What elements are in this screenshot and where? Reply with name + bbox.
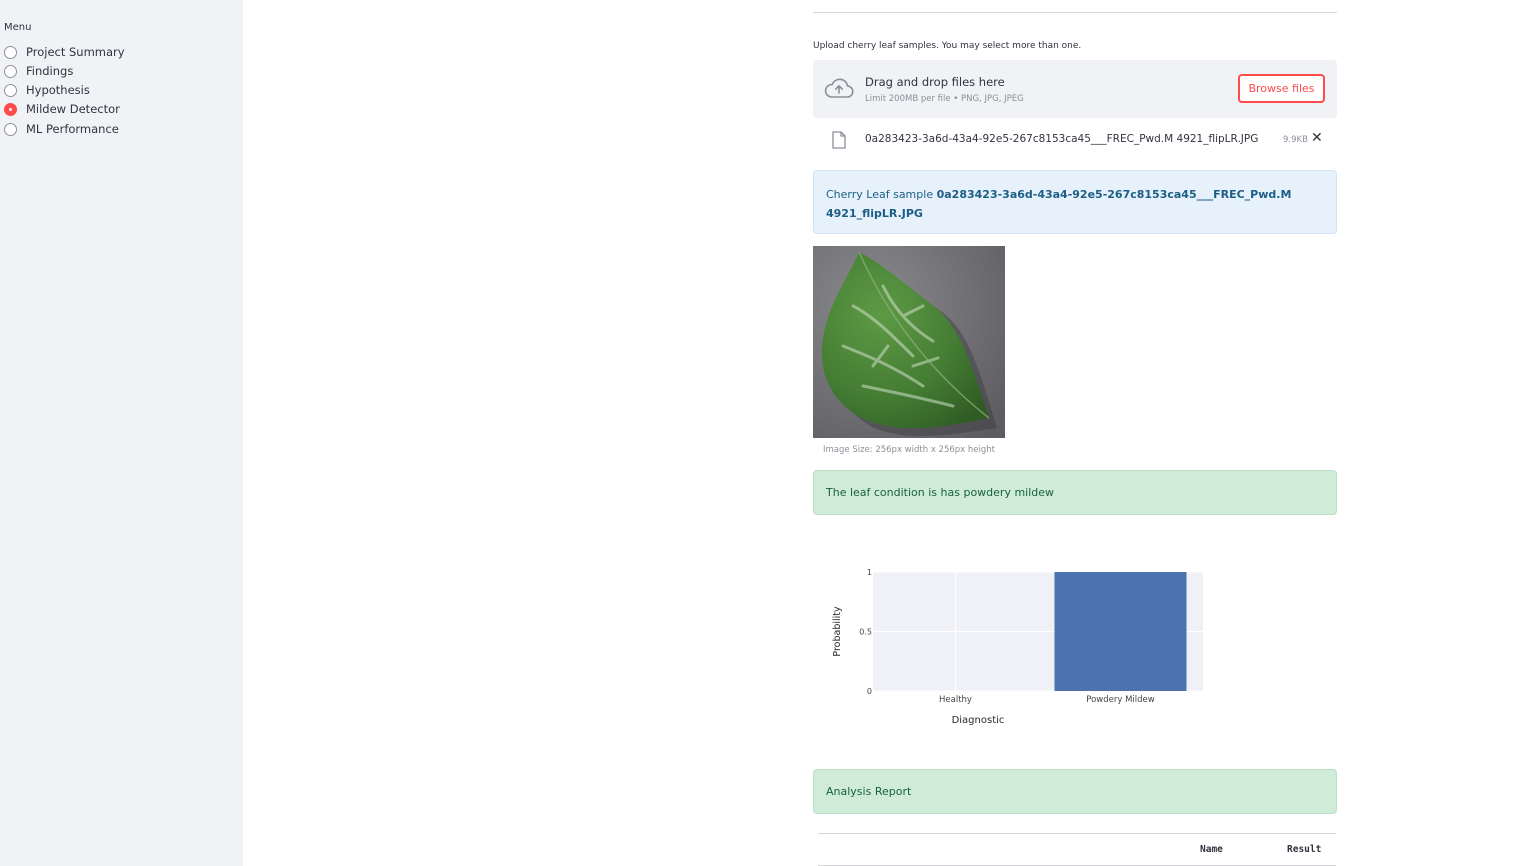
file-dropzone[interactable]: Drag and drop files here Limit 200MB per…: [813, 60, 1337, 118]
report-title: Analysis Report: [826, 785, 912, 798]
dropzone-limits: Limit 200MB per file • PNG, JPG, JPEG: [865, 94, 1024, 104]
info-prefix: Cherry Leaf sample: [826, 188, 937, 201]
file-icon: [832, 131, 846, 149]
sidebar: Menu Project Summary Findings Hypothesis…: [0, 0, 243, 866]
uploader-label: Upload cherry leaf samples. You may sele…: [813, 41, 1082, 51]
menu-item-findings[interactable]: Findings: [4, 62, 73, 80]
divider: [813, 12, 1337, 13]
menu-item-label: Project Summary: [26, 45, 125, 59]
menu-item-ml-performance[interactable]: ML Performance: [4, 120, 119, 138]
column-header-result: Result: [1287, 844, 1322, 855]
file-name: 0a283423-3a6d-43a4-92e5-267c8153ca45___F…: [865, 133, 1259, 145]
menu-item-label: ML Performance: [26, 122, 119, 136]
probability-bar-chart: 0 0.5 1 Healthy Powdery Mildew Diagnostic Prob…: [832, 568, 1203, 726]
y-tick-label: 0.5: [859, 628, 872, 637]
uploaded-file-row: 0a283423-3a6d-43a4-92e5-267c8153ca45___F…: [813, 128, 1337, 152]
menu-item-mildew-detector[interactable]: Mildew Detector: [4, 100, 120, 118]
radio-button[interactable]: [4, 45, 17, 59]
file-size: 9.9KB: [1283, 135, 1308, 145]
menu-item-label: Findings: [26, 64, 74, 78]
cloud-upload-icon: [824, 78, 854, 98]
menu-item-hypothesis[interactable]: Hypothesis: [4, 81, 90, 99]
dropzone-title: Drag and drop files here: [865, 75, 1005, 89]
x-tick-label: Healthy: [939, 695, 972, 705]
radio-button-selected[interactable]: [4, 102, 17, 116]
result-message: The leaf condition is has powdery mildew: [826, 486, 1055, 499]
report-alert: Analysis Report: [813, 769, 1337, 814]
menu-item-project-summary[interactable]: Project Summary: [4, 43, 125, 61]
x-axis-label: Diagnostic: [952, 715, 1005, 726]
report-table: Name Result: [818, 833, 1336, 866]
result-alert: The leaf condition is has powdery mildew: [813, 470, 1337, 515]
leaf-image: [813, 246, 1005, 438]
menu-item-label: Mildew Detector: [26, 102, 120, 116]
radio-button[interactable]: [4, 83, 17, 97]
table-header: Name Result: [818, 834, 1336, 865]
menu-item-label: Hypothesis: [26, 83, 90, 97]
y-axis-label: Probability: [832, 606, 843, 657]
radio-button[interactable]: [4, 64, 17, 78]
close-icon[interactable]: ✕: [1311, 130, 1323, 146]
bar: [1054, 572, 1187, 691]
browse-files-button[interactable]: Browse files: [1238, 74, 1325, 103]
x-tick-label: Powdery Mildew: [1086, 695, 1155, 705]
info-alert: Cherry Leaf sample 0a283423-3a6d-43a4-92…: [813, 170, 1337, 234]
radio-button[interactable]: [4, 122, 17, 136]
y-tick-label: 1: [867, 568, 872, 577]
image-caption: Image Size: 256px width x 256px height: [823, 445, 995, 455]
menu-title: Menu: [4, 22, 32, 33]
y-tick-label: 0: [867, 687, 872, 696]
column-header-name: Name: [1200, 844, 1223, 855]
